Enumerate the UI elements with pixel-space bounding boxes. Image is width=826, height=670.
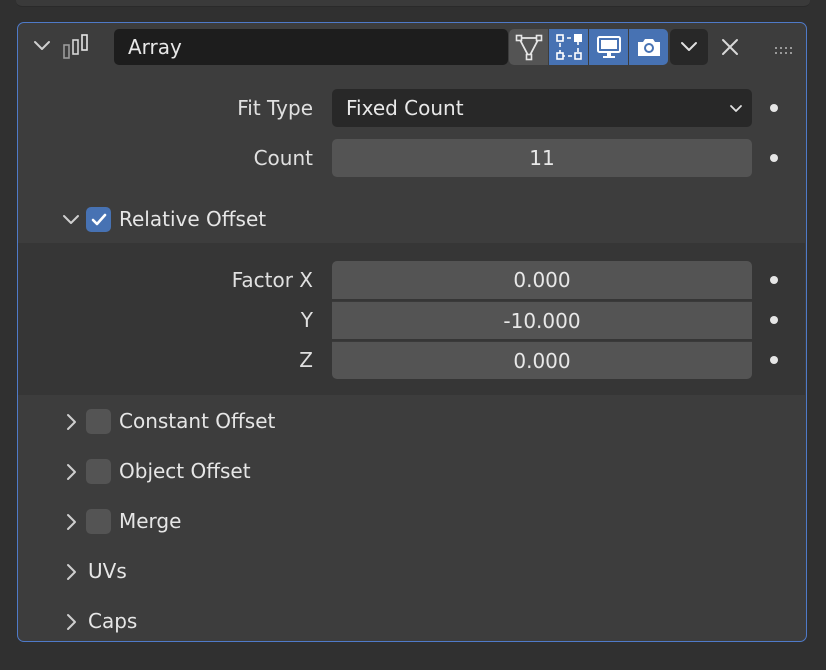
caps-label[interactable]: Caps xyxy=(88,606,137,636)
count-field[interactable]: 11 xyxy=(332,139,752,177)
object-offset-chevron-icon[interactable] xyxy=(61,462,81,482)
merge-checkbox[interactable] xyxy=(86,509,111,534)
object-offset-checkbox[interactable] xyxy=(86,459,111,484)
factor-x-field[interactable]: 0.000 xyxy=(332,261,752,299)
chevron-down-icon xyxy=(681,42,697,51)
merge-label[interactable]: Merge xyxy=(119,506,181,536)
drag-handle-icon[interactable] xyxy=(774,41,796,54)
object-offset-label[interactable]: Object Offset xyxy=(119,456,251,486)
count-keyframe-dot[interactable] xyxy=(770,154,778,162)
constant-offset-checkbox[interactable] xyxy=(86,409,111,434)
count-label: Count xyxy=(253,146,313,170)
relative-offset-checkbox[interactable] xyxy=(86,207,111,232)
viewport-display-icon xyxy=(596,36,621,58)
previous-panel-edge xyxy=(16,0,810,7)
factor-z-keyframe-dot[interactable] xyxy=(770,356,778,364)
constant-offset-chevron-icon[interactable] xyxy=(61,412,81,432)
factor-y-keyframe-dot[interactable] xyxy=(770,316,778,324)
cage-icon xyxy=(555,34,582,60)
relative-offset-label[interactable]: Relative Offset xyxy=(119,204,266,234)
collapse-chevron-icon[interactable] xyxy=(31,35,53,57)
chevron-down-icon xyxy=(730,105,742,112)
modifier-menu-dropdown[interactable] xyxy=(670,29,708,65)
render-toggle[interactable] xyxy=(629,29,668,65)
cage-toggle[interactable] xyxy=(549,29,588,65)
factor-y-label: Y xyxy=(300,308,313,332)
relative-offset-chevron-icon[interactable] xyxy=(61,210,81,230)
viewport-display-toggle[interactable] xyxy=(589,29,628,65)
modifier-name-input[interactable]: Array xyxy=(114,29,508,65)
constant-offset-label[interactable]: Constant Offset xyxy=(119,406,275,436)
uvs-label[interactable]: UVs xyxy=(88,556,127,586)
factor-x-label: Factor X xyxy=(231,268,313,292)
render-icon xyxy=(637,39,660,56)
fit-type-label: Fit Type xyxy=(237,96,313,120)
factor-z-label: Z xyxy=(299,348,313,372)
array-modifier-icon xyxy=(62,34,94,60)
edit-mode-icon xyxy=(515,34,542,61)
uvs-chevron-icon[interactable] xyxy=(61,562,81,582)
factor-z-field[interactable]: 0.000 xyxy=(332,341,752,379)
factor-x-keyframe-dot[interactable] xyxy=(770,276,778,284)
fit-type-value: Fixed Count xyxy=(346,96,464,120)
merge-chevron-icon[interactable] xyxy=(61,512,81,532)
array-modifier-panel: Array Fit Type Fixed Count Count 11 Rela… xyxy=(17,22,807,642)
close-icon xyxy=(722,39,738,55)
caps-chevron-icon[interactable] xyxy=(61,612,81,632)
relative-offset-subpanel: Factor X 0.000 Y -10.000 Z 0.000 xyxy=(18,243,805,395)
remove-modifier-button[interactable] xyxy=(717,34,743,60)
checkmark-icon xyxy=(91,213,106,225)
edit-mode-toggle[interactable] xyxy=(509,29,548,65)
factor-y-field[interactable]: -10.000 xyxy=(332,301,752,339)
fit-type-dropdown[interactable]: Fixed Count xyxy=(332,89,752,127)
fit-type-keyframe-dot[interactable] xyxy=(770,104,778,112)
